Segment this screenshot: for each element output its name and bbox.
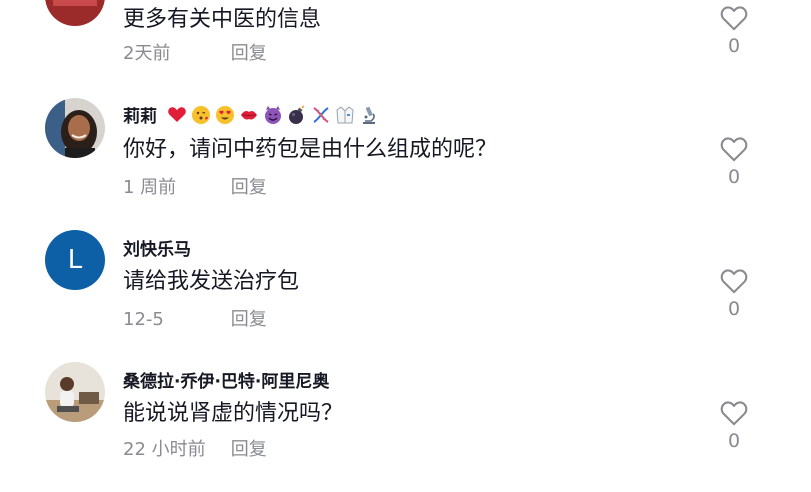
- reply-button[interactable]: 回复: [231, 309, 267, 330]
- heart-outline-icon[interactable]: [720, 268, 748, 294]
- comment-meta: 12-5 回复: [123, 305, 267, 331]
- comment-item: 更多有关中医的信息 2天前 回复 0: [0, 0, 811, 100]
- comment-meta: 2天前 回复: [123, 39, 267, 65]
- like-count: 0: [727, 430, 741, 452]
- red-heart-icon: [168, 107, 186, 122]
- face-blowing-kiss-icon: [191, 106, 210, 124]
- reply-button[interactable]: 回复: [231, 43, 267, 64]
- avatar[interactable]: [45, 98, 105, 158]
- comment-time: 1 周前: [123, 177, 177, 198]
- smiling-devil-icon: [264, 106, 281, 124]
- comment-meta: 22 小时前 回复: [123, 435, 267, 461]
- microscope-icon: [362, 106, 375, 124]
- dna-icon: [313, 107, 329, 123]
- comment-author[interactable]: 刘快乐马: [123, 235, 191, 260]
- like-button[interactable]: 0: [714, 400, 754, 452]
- comment-author[interactable]: 莉莉: [123, 102, 379, 127]
- comment-text: 你好，请问中药包是由什么组成的呢？: [123, 137, 498, 162]
- like-count: 0: [727, 166, 741, 188]
- heart-outline-icon[interactable]: [720, 400, 748, 426]
- heart-eyes-icon: [215, 106, 234, 124]
- comment-author[interactable]: 桑德拉·乔伊·巴特·阿里尼奥: [123, 367, 329, 392]
- like-button[interactable]: 0: [714, 5, 754, 57]
- like-count: 0: [727, 298, 741, 320]
- comment-text: 能说说肾虚的情况吗？: [123, 401, 344, 426]
- like-button[interactable]: 0: [714, 136, 754, 188]
- kiss-mark-icon: [240, 111, 257, 120]
- comment-time: 2天前: [123, 43, 171, 64]
- lab-coat-icon: [336, 106, 354, 124]
- avatar-letter: L: [67, 245, 83, 275]
- avatar[interactable]: L: [45, 230, 105, 290]
- like-button[interactable]: 0: [714, 268, 754, 320]
- comment-text: 更多有关中医的信息: [123, 7, 322, 32]
- comment-meta: 1 周前 回复: [123, 173, 267, 199]
- reply-button[interactable]: 回复: [231, 439, 267, 460]
- author-name[interactable]: 莉莉: [123, 107, 157, 127]
- author-emoji-row: [167, 105, 379, 125]
- avatar[interactable]: [45, 0, 105, 26]
- like-count: 0: [727, 35, 741, 57]
- reply-button[interactable]: 回复: [231, 177, 267, 198]
- comment-item: 桑德拉·乔伊·巴特·阿里尼奥 能说说肾虚的情况吗？ 22 小时前 回复 0: [0, 362, 811, 492]
- comment-time: 12-5: [123, 309, 164, 330]
- comment-time: 22 小时前: [123, 439, 206, 460]
- bomb-icon: [288, 105, 305, 124]
- heart-outline-icon[interactable]: [720, 136, 748, 162]
- comment-item: L 刘快乐马 请给我发送治疗包 12-5 回复 0: [0, 230, 811, 360]
- heart-outline-icon[interactable]: [720, 5, 748, 31]
- comment-text: 请给我发送治疗包: [123, 269, 300, 294]
- avatar[interactable]: [45, 362, 105, 422]
- comment-item: 莉莉 你好，请问中药包是由什么组成的呢？ 1 周前 回复 0: [0, 98, 811, 228]
